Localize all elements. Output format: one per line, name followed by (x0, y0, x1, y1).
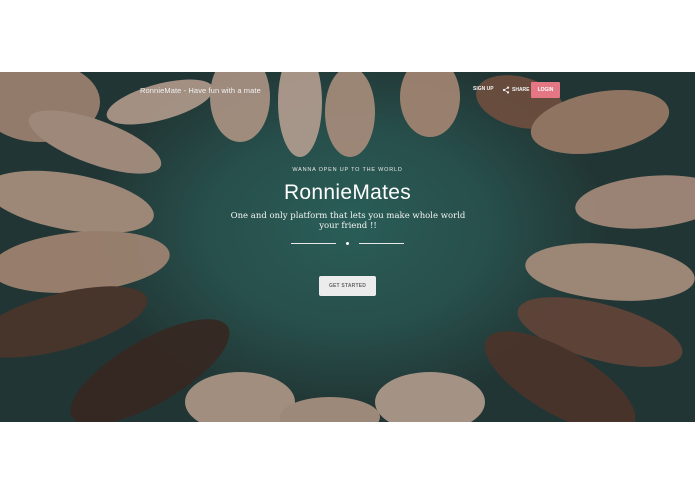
hero-dark-overlay (0, 72, 695, 422)
share-icon (502, 86, 510, 94)
share-link[interactable]: SHARE (502, 86, 530, 94)
top-navbar: RonnieMate - Have fun with a mate SIGN U… (0, 72, 695, 108)
login-button[interactable]: LOGIN (531, 82, 560, 98)
brand-link[interactable]: RonnieMate - Have fun with a mate (140, 86, 261, 95)
share-label: SHARE (512, 87, 530, 93)
hero-title: RonnieMates (283, 181, 412, 204)
get-started-button[interactable]: GET STARTED (319, 276, 376, 296)
divider-dot (346, 242, 349, 245)
hero-eyebrow: WANNA OPEN UP TO THE WORLD (292, 167, 403, 173)
divider-line-right (359, 243, 404, 244)
signup-link[interactable]: SIGN UP (473, 86, 494, 92)
hero-section: RonnieMate - Have fun with a mate SIGN U… (0, 72, 695, 422)
hero-subtitle: One and only platform that lets you make… (230, 211, 466, 231)
divider-line-left (291, 243, 336, 244)
